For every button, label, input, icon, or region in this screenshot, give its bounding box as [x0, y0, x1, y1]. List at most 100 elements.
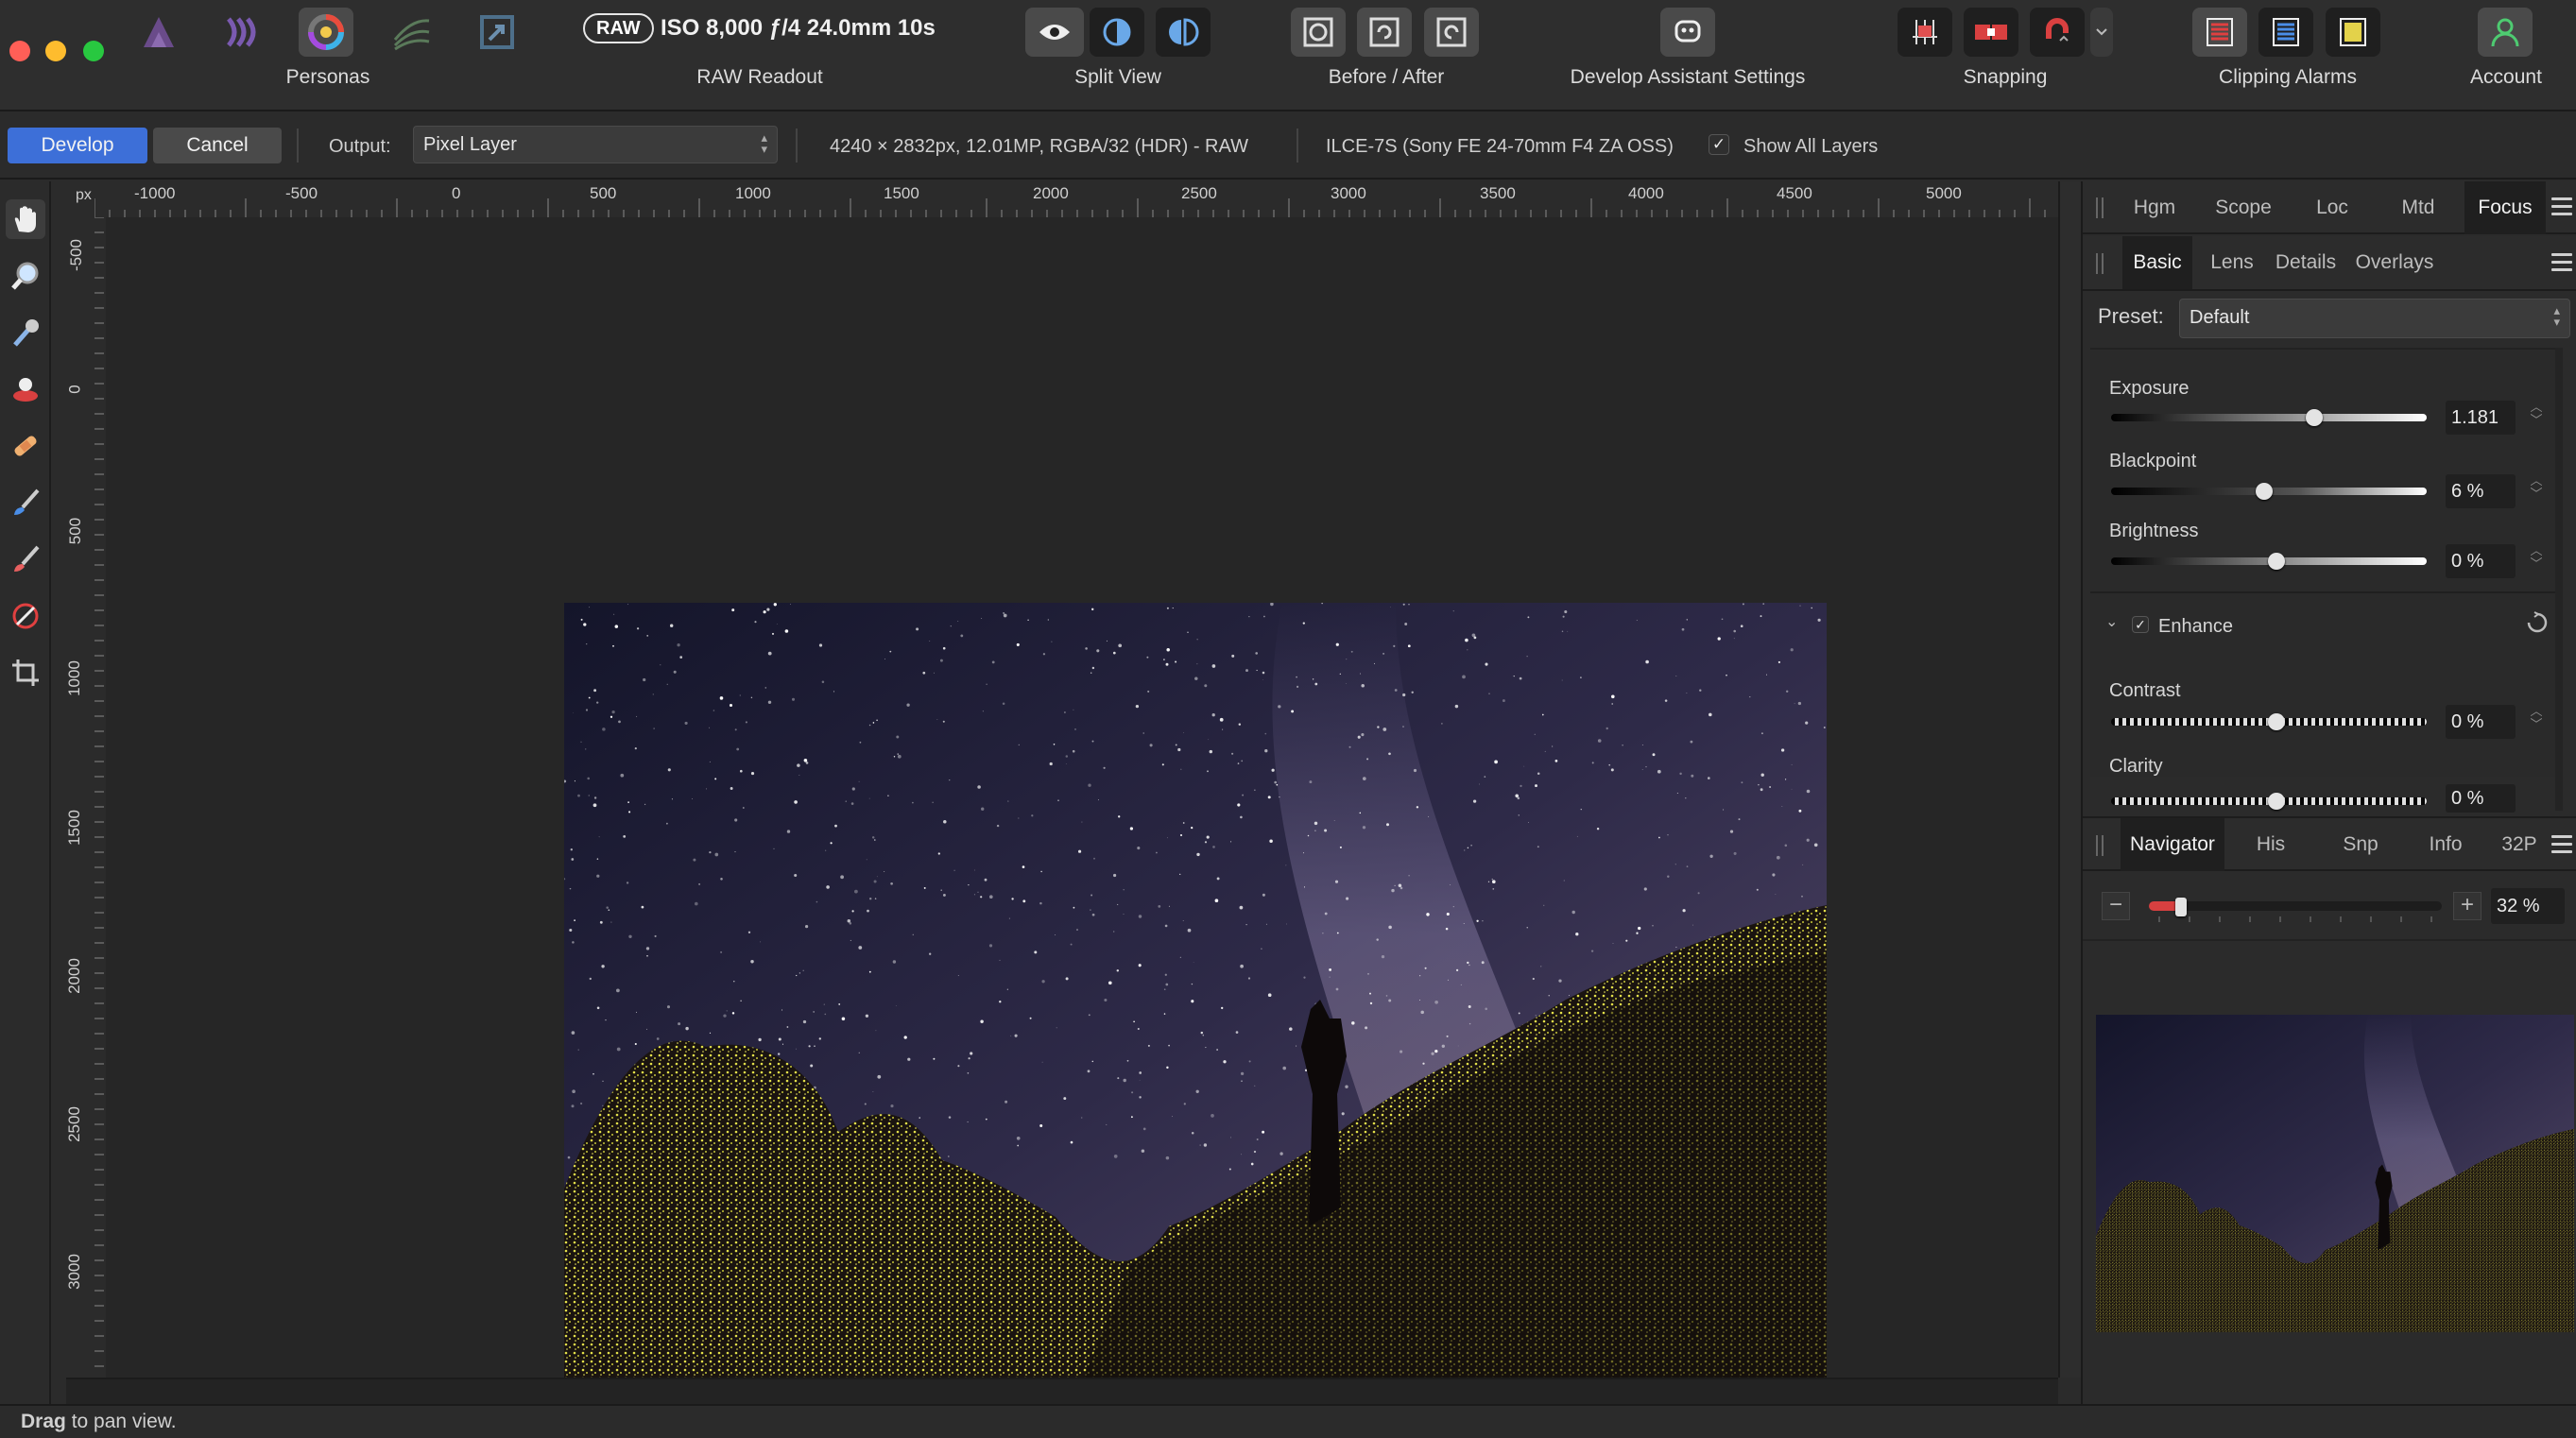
- snapping-dropdown-button[interactable]: [2090, 8, 2113, 57]
- zoom-slider[interactable]: [2149, 901, 2442, 911]
- drag-grip-icon[interactable]: [2096, 253, 2104, 274]
- overlay-paint-tool[interactable]: [6, 483, 45, 522]
- before-copy-button[interactable]: [1357, 8, 1412, 57]
- crop-tool[interactable]: [6, 653, 45, 693]
- star: [912, 801, 914, 804]
- tab-location[interactable]: Loc: [2291, 181, 2374, 234]
- tab-lens[interactable]: Lens: [2198, 236, 2266, 289]
- brightness-value[interactable]: 0 %: [2446, 544, 2516, 578]
- star: [1776, 855, 1780, 860]
- liquify-persona-button[interactable]: [215, 8, 269, 57]
- star: [1324, 829, 1328, 832]
- star: [1137, 847, 1141, 850]
- single-view-button[interactable]: [1025, 8, 1084, 57]
- output-select[interactable]: Pixel Layer ▴ ▾: [413, 126, 778, 163]
- overlay-erase-tool[interactable]: [6, 539, 45, 579]
- develop-persona-button[interactable]: [299, 8, 353, 57]
- before-after-swap-button[interactable]: [1291, 8, 1346, 57]
- close-window-button[interactable]: [9, 41, 30, 61]
- canvas[interactable]: [106, 217, 2058, 1438]
- exposure-slider[interactable]: [2111, 414, 2427, 421]
- tab-scope[interactable]: Scope: [2200, 181, 2287, 234]
- exposure-stepper-icon[interactable]: ︿ ﹀: [2529, 401, 2544, 427]
- zoom-in-button[interactable]: +: [2453, 892, 2482, 920]
- mirror-view-button[interactable]: [1156, 8, 1211, 57]
- red-eye-tool[interactable]: [6, 369, 45, 409]
- exposure-value[interactable]: 1.181: [2446, 401, 2516, 435]
- contrast-slider-handle[interactable]: [2268, 713, 2285, 730]
- photo-persona-button[interactable]: [131, 8, 186, 57]
- brightness-slider-handle[interactable]: [2268, 553, 2285, 570]
- cancel-button[interactable]: Cancel: [153, 128, 282, 163]
- tab-details[interactable]: Details: [2268, 236, 2344, 289]
- ruler-tick-label: 2500: [1181, 184, 1217, 202]
- develop-button[interactable]: Develop: [8, 128, 147, 163]
- canvas-horizontal-scrollbar[interactable]: [66, 1378, 2058, 1404]
- zoom-window-button[interactable]: [83, 41, 104, 61]
- clipped-highlights-button[interactable]: [2258, 8, 2313, 57]
- after-copy-button[interactable]: [1424, 8, 1479, 57]
- zoom-slider-handle[interactable]: [2175, 898, 2188, 916]
- blemish-removal-tool[interactable]: [6, 426, 45, 466]
- clipped-tones-button[interactable]: [2326, 8, 2380, 57]
- contrast-stepper-icon[interactable]: ︿ ﹀: [2529, 705, 2544, 731]
- blackpoint-slider-handle[interactable]: [2255, 483, 2273, 500]
- preset-select[interactable]: Default ▴ ▾: [2179, 299, 2570, 338]
- blackpoint-stepper-icon[interactable]: ︿ ﹀: [2529, 474, 2544, 501]
- tab-32bit-preview[interactable]: 32P: [2487, 818, 2551, 871]
- clipped-shadows-button[interactable]: [2192, 8, 2247, 57]
- tab-navigator[interactable]: Navigator: [2121, 818, 2224, 871]
- show-grid-button[interactable]: [1898, 8, 1952, 57]
- star: [1476, 919, 1479, 922]
- tab-history[interactable]: His: [2228, 818, 2313, 871]
- tab-overlays[interactable]: Overlays: [2347, 236, 2442, 289]
- brightness-stepper-icon[interactable]: ︿ ﹀: [2529, 544, 2544, 571]
- white-balance-tool[interactable]: [6, 313, 45, 352]
- show-all-layers-checkbox[interactable]: ✓: [1709, 134, 1729, 155]
- contrast-value[interactable]: 0 %: [2446, 705, 2516, 739]
- drag-grip-icon[interactable]: [2096, 197, 2104, 218]
- adjustments-scrollbar[interactable]: [2555, 348, 2563, 811]
- tab-info[interactable]: Info: [2406, 818, 2485, 871]
- canvas-vertical-scrollbar[interactable]: [2058, 181, 2081, 1378]
- vertical-ruler[interactable]: -500 0 500 1000 1500 2000 2500 3000: [65, 216, 104, 1404]
- panel-menu-icon[interactable]: [2551, 253, 2572, 272]
- horizontal-ruler[interactable]: -1000 -500 0 500 1000 1500 2000 2500 300…: [94, 181, 2069, 217]
- snapping-toggle-button[interactable]: [2030, 8, 2085, 57]
- exposure-slider-handle[interactable]: [2306, 409, 2324, 426]
- tab-basic[interactable]: Basic: [2122, 236, 2192, 289]
- star: [570, 848, 573, 851]
- clarity-value[interactable]: 0 %: [2446, 784, 2516, 813]
- tab-snapshots[interactable]: Snp: [2319, 818, 2402, 871]
- tab-focus[interactable]: Focus: [2464, 181, 2546, 234]
- minimize-window-button[interactable]: [45, 41, 66, 61]
- star: [1241, 760, 1244, 762]
- star: [957, 975, 959, 976]
- star: [1302, 622, 1305, 625]
- reset-icon[interactable]: [2525, 610, 2550, 635]
- chevron-down-icon[interactable]: ⌄: [2105, 612, 2118, 631]
- snapping-options-button[interactable]: [1964, 8, 2018, 57]
- drag-grip-icon[interactable]: [2096, 835, 2104, 856]
- overlay-gradient-tool[interactable]: [6, 596, 45, 636]
- split-view-button[interactable]: [1090, 8, 1144, 57]
- star: [893, 756, 896, 758]
- tone-mapping-persona-button[interactable]: [385, 8, 439, 57]
- zoom-value[interactable]: 32 %: [2491, 888, 2565, 924]
- export-persona-button[interactable]: [470, 8, 524, 57]
- clarity-slider-handle[interactable]: [2268, 793, 2285, 810]
- enhance-checkbox[interactable]: ✓: [2132, 616, 2149, 633]
- panel-menu-icon[interactable]: [2551, 197, 2572, 216]
- develop-assistant-button[interactable]: [1660, 8, 1715, 57]
- develop-persona-icon: [308, 14, 344, 50]
- view-tool[interactable]: [6, 199, 45, 239]
- zoom-tool[interactable]: [6, 256, 45, 296]
- account-button[interactable]: [2478, 8, 2533, 57]
- tab-metadata[interactable]: Mtd: [2378, 181, 2459, 234]
- zoom-out-button[interactable]: −: [2102, 892, 2130, 920]
- blackpoint-value[interactable]: 6 %: [2446, 474, 2516, 508]
- star: [776, 623, 778, 625]
- navigator-thumbnail[interactable]: [2096, 1015, 2574, 1332]
- tab-histogram[interactable]: Hgm: [2115, 181, 2194, 234]
- panel-menu-icon[interactable]: [2551, 835, 2572, 854]
